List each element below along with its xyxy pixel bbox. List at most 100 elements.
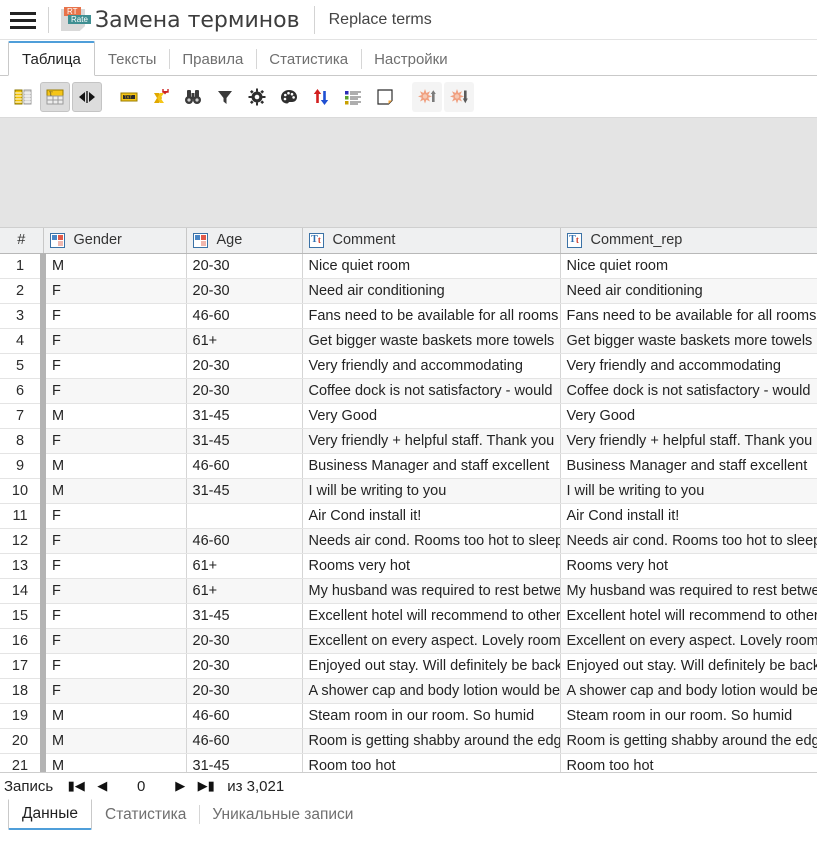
table-cell-age[interactable]: 20-30 [186,678,303,704]
previous-record-icon[interactable]: ◀ [89,775,115,797]
table-cell-comment[interactable]: My husband was required to rest between [302,578,561,604]
table-cell-age[interactable]: 20-30 [186,653,303,679]
table-cell-age[interactable]: 20-30 [186,253,303,279]
table-row[interactable]: 20 M 46-60 Room is getting shabby around th… [0,728,817,754]
table-row[interactable]: 2 F 20-30 Need air conditioning Need air con… [0,278,817,304]
bottom-tab-statistika[interactable]: Статистика [92,799,199,830]
column-header-index[interactable]: # [0,228,44,254]
table-cell-comment-rep[interactable]: Get bigger waste baskets more towels [560,328,817,354]
table-cell-comment-rep[interactable]: Rooms very hot [560,553,817,579]
hamburger-icon[interactable] [10,9,36,31]
table-cell-comment[interactable]: Fans need to be available for all rooms [302,303,561,329]
fit-columns-icon[interactable] [72,81,102,112]
table-row[interactable]: 5 F 20-30 Very friendly and accommodating Ve… [0,353,817,379]
highlight-down-icon[interactable] [444,81,474,112]
table-cell-age[interactable]: 20-30 [186,378,303,404]
table-cell-comment-rep[interactable]: Room is getting shabby around the edges [560,728,817,754]
table-row[interactable]: 3 F 46-60 Fans need to be available for all… [0,303,817,329]
table-cell-gender[interactable]: F [43,678,187,704]
table-cell-gender[interactable]: F [43,628,187,654]
note-page-icon[interactable] [370,82,400,112]
table-cell-comment-rep[interactable]: Steam room in our room. So humid [560,703,817,729]
table-cell-comment-rep[interactable]: Fans need to be available for all rooms [560,303,817,329]
table-cell-comment[interactable]: Need air conditioning [302,278,561,304]
category-list-icon[interactable] [338,82,368,112]
table-cell-age[interactable]: 61+ [186,578,303,604]
table-cell-comment[interactable]: Get bigger waste baskets more towels [302,328,561,354]
filter-funnel-icon[interactable] [210,82,240,112]
table-row[interactable]: 7 M 31-45 Very Good Very Good [0,403,817,429]
table-row[interactable]: 6 F 20-30 Coffee dock is not satisfactory -… [0,378,817,404]
table-row[interactable]: 14 F 61+ My husband was required to rest be… [0,578,817,604]
table-cell-gender[interactable]: M [43,703,187,729]
table-cell-comment-rep[interactable]: Enjoyed out stay. Will definitely be bac… [560,653,817,679]
table-row[interactable]: 18 F 20-30 A shower cap and body lotion wou… [0,678,817,704]
table-cell-gender[interactable]: F [43,428,187,454]
table-cell-comment[interactable]: Rooms very hot [302,553,561,579]
table-row[interactable]: 8 F 31-45 Very friendly + helpful staff. Th… [0,428,817,454]
table-cell-gender[interactable]: F [43,328,187,354]
table-cell-comment[interactable]: Very friendly + helpful staff. Thank you [302,428,561,454]
table-cell-comment[interactable]: Excellent hotel will recommend to others [302,603,561,629]
color-palette-icon[interactable] [274,82,304,112]
table-cell-gender[interactable]: F [43,353,187,379]
table-cell-comment-rep[interactable]: Business Manager and staff excellent [560,453,817,479]
table-cell-comment-rep[interactable]: A shower cap and body lotion would be [560,678,817,704]
table-row[interactable]: 15 F 31-45 Excellent hotel will recommend t… [0,603,817,629]
table-cell-comment-rep[interactable]: Very friendly and accommodating [560,353,817,379]
column-header-comment-rep[interactable]: Tt Comment_rep [560,228,817,254]
table-cell-comment-rep[interactable]: Coffee dock is not satisfactory - would [560,378,817,404]
table-cell-age[interactable]: 46-60 [186,728,303,754]
table-cell-comment-rep[interactable]: My husband was required to rest between [560,578,817,604]
table-cell-age[interactable]: 20-30 [186,628,303,654]
table-cell-age[interactable]: 46-60 [186,453,303,479]
table-row[interactable]: 9 M 46-60 Business Manager and staff excell… [0,453,817,479]
table-row[interactable]: 4 F 61+ Get bigger waste baskets more towel… [0,328,817,354]
variable-list-icon[interactable] [8,82,38,112]
tab-teksty[interactable]: Тексты [95,42,170,76]
table-row[interactable]: 16 F 20-30 Excellent on every aspect. Lovel… [0,628,817,654]
table-cell-gender[interactable]: F [43,603,187,629]
tab-nastroyki[interactable]: Настройки [361,42,461,76]
table-cell-gender[interactable]: M [43,478,187,504]
table-row[interactable]: 11 F Air Cond install it! Air Cond install … [0,503,817,529]
table-cell-comment-rep[interactable]: Needs air cond. Rooms too hot to sleep [560,528,817,554]
tab-statistika[interactable]: Статистика [256,42,361,76]
table-cell-gender[interactable]: F [43,503,187,529]
table-cell-comment-rep[interactable]: Nice quiet room [560,253,817,279]
table-cell-age[interactable]: 31-45 [186,603,303,629]
table-cell-gender[interactable]: M [43,253,187,279]
table-cell-gender[interactable]: M [43,753,187,772]
sort-updown-icon[interactable] [306,82,336,112]
table-cell-age[interactable]: 31-45 [186,753,303,772]
table-cell-gender[interactable]: F [43,378,187,404]
tab-tablica[interactable]: Таблица [8,41,95,76]
table-row[interactable]: 19 M 46-60 Steam room in our room. So humid… [0,703,817,729]
table-cell-comment[interactable]: Needs air cond. Rooms too hot to sleep [302,528,561,554]
table-cell-comment[interactable]: Air Cond install it! [302,503,561,529]
table-cell-comment[interactable]: Steam room in our room. So humid [302,703,561,729]
table-row[interactable]: 1 M 20-30 Nice quiet room Nice quiet room [0,253,817,279]
bottom-tab-dannye[interactable]: Данные [8,799,92,830]
data-table-container[interactable]: # Gender Age Tt Comment T t Comment_rep … [0,228,817,773]
txt-import-icon[interactable]: TXT [114,82,144,112]
table-cell-gender[interactable]: F [43,653,187,679]
table-cell-comment[interactable]: Coffee dock is not satisfactory - would [302,378,561,404]
table-cell-gender[interactable]: F [43,578,187,604]
table-cell-comment-rep[interactable]: Need air conditioning [560,278,817,304]
table-cell-age[interactable]: 20-30 [186,353,303,379]
table-cell-comment-rep[interactable]: I will be writing to you [560,478,817,504]
table-cell-comment-rep[interactable]: Very friendly + helpful staff. Thank you [560,428,817,454]
table-cell-comment[interactable]: Business Manager and staff excellent [302,453,561,479]
column-header-age[interactable]: Age [186,228,303,254]
table-cell-comment[interactable]: Room too hot [302,753,561,772]
table-cell-comment-rep[interactable]: Room too hot [560,753,817,772]
table-cell-age[interactable]: 31-45 [186,403,303,429]
table-cell-age[interactable]: 46-60 [186,703,303,729]
table-cell-gender[interactable]: M [43,403,187,429]
table-row[interactable]: 13 F 61+ Rooms very hot Rooms very hot [0,553,817,579]
bottom-tab-unikalnye-zapisi[interactable]: Уникальные записи [199,799,366,830]
table-cell-gender[interactable]: M [43,728,187,754]
table-cell-comment-rep[interactable]: Excellent hotel will recommend to others [560,603,817,629]
table-row[interactable]: 21 M 31-45 Room too hot Room too hot [0,753,817,772]
